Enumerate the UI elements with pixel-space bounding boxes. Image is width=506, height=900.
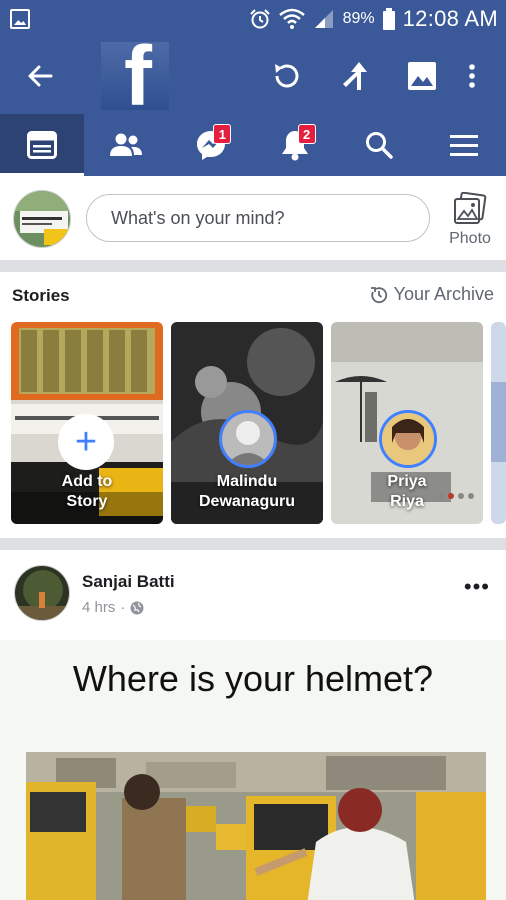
add-story-button[interactable]: + <box>58 414 114 470</box>
wifi-icon <box>278 8 305 29</box>
share-button[interactable] <box>333 54 377 98</box>
story-name-line2: Dewanaguru <box>198 493 295 510</box>
story-name: Malindu Dewanaguru <box>171 472 323 512</box>
story-background <box>491 322 506 524</box>
user-avatar-image <box>14 191 70 247</box>
story-card-priya[interactable]: Priya Riya <box>331 322 483 524</box>
back-button[interactable] <box>18 54 62 98</box>
refresh-button[interactable] <box>265 54 309 98</box>
signal-icon <box>314 10 333 28</box>
story-avatar <box>219 410 277 468</box>
share-icon <box>343 62 367 90</box>
feed-post: Sanjai Batti 4 hrs · ••• Where is your h… <box>0 550 506 900</box>
photo-button[interactable]: Photo <box>444 192 496 252</box>
photos-button[interactable] <box>400 54 444 98</box>
battery-icon <box>382 8 395 30</box>
add-story-card[interactable]: + Add to Story <box>11 322 163 524</box>
story-name-line1: Add to <box>61 473 113 490</box>
author-avatar-image <box>15 566 69 620</box>
story-name-line1: Malindu <box>216 473 278 490</box>
news-feed-icon <box>27 131 58 159</box>
post-options-button[interactable]: ••• <box>464 576 490 598</box>
post-author-name[interactable]: Sanjai Batti <box>82 572 175 592</box>
photo-icon <box>408 62 436 90</box>
section-divider <box>0 260 506 272</box>
facebook-logo: f <box>101 42 169 110</box>
post-image-caption: Where is your helmet? <box>72 658 434 699</box>
archive-clock-icon <box>370 286 387 303</box>
post-photo <box>26 752 486 900</box>
globe-icon <box>130 601 144 614</box>
status-composer: What's on your mind? Photo <box>0 176 506 260</box>
notifications-badge: 2 <box>297 124 316 144</box>
story-card-next[interactable] <box>491 322 506 524</box>
story-name-line2: Story <box>66 493 108 510</box>
stories-section: Stories Your Archive + Add to Story Mali… <box>0 272 506 538</box>
story-name-line1: Priya <box>387 473 427 490</box>
post-time-text: 4 hrs <box>82 599 116 616</box>
battery-percentage: 89% <box>342 10 375 27</box>
image-notification-icon <box>10 9 30 29</box>
post-image[interactable]: Where is your helmet? <box>0 640 506 900</box>
photo-label: Photo <box>449 230 491 247</box>
alarm-icon <box>249 9 270 29</box>
story-name: Add to Story <box>11 472 163 512</box>
post-timestamp: 4 hrs · <box>82 599 144 616</box>
story-card-malindu[interactable]: Malindu Dewanaguru <box>171 322 323 524</box>
clock: 12:08 AM <box>402 6 498 31</box>
logo-letter: f <box>124 42 152 110</box>
search-icon <box>366 132 394 159</box>
archive-label: Your Archive <box>393 284 494 304</box>
photo-upload-icon <box>454 192 487 224</box>
post-author-avatar[interactable] <box>14 565 70 621</box>
tab-notifications[interactable]: 2 <box>253 114 337 176</box>
dot-separator: · <box>120 599 126 616</box>
friends-icon <box>110 133 143 156</box>
stories-title: Stories <box>12 286 70 305</box>
overflow-menu-icon <box>469 64 475 88</box>
section-divider <box>0 538 506 550</box>
status-input[interactable]: What's on your mind? <box>86 194 430 242</box>
story-name-line2: Riya <box>390 493 424 510</box>
hamburger-menu-icon <box>449 135 478 156</box>
status-bar: 89% 12:08 AM <box>0 0 506 38</box>
tab-news-feed[interactable] <box>0 114 85 176</box>
tab-friends[interactable] <box>84 114 168 176</box>
story-avatar <box>379 410 437 468</box>
archive-link[interactable]: Your Archive <box>370 284 494 305</box>
user-avatar[interactable] <box>13 190 71 248</box>
tab-messenger[interactable]: 1 <box>169 114 253 176</box>
messenger-badge: 1 <box>213 124 232 144</box>
story-name: Priya Riya <box>331 472 483 512</box>
tab-bar: 1 2 <box>0 114 506 176</box>
refresh-icon <box>275 64 299 88</box>
tab-search[interactable] <box>337 114 421 176</box>
overflow-menu-button[interactable] <box>450 54 494 98</box>
back-arrow-icon <box>28 65 53 87</box>
tab-menu[interactable] <box>422 114 506 176</box>
app-header: f <box>0 38 506 114</box>
